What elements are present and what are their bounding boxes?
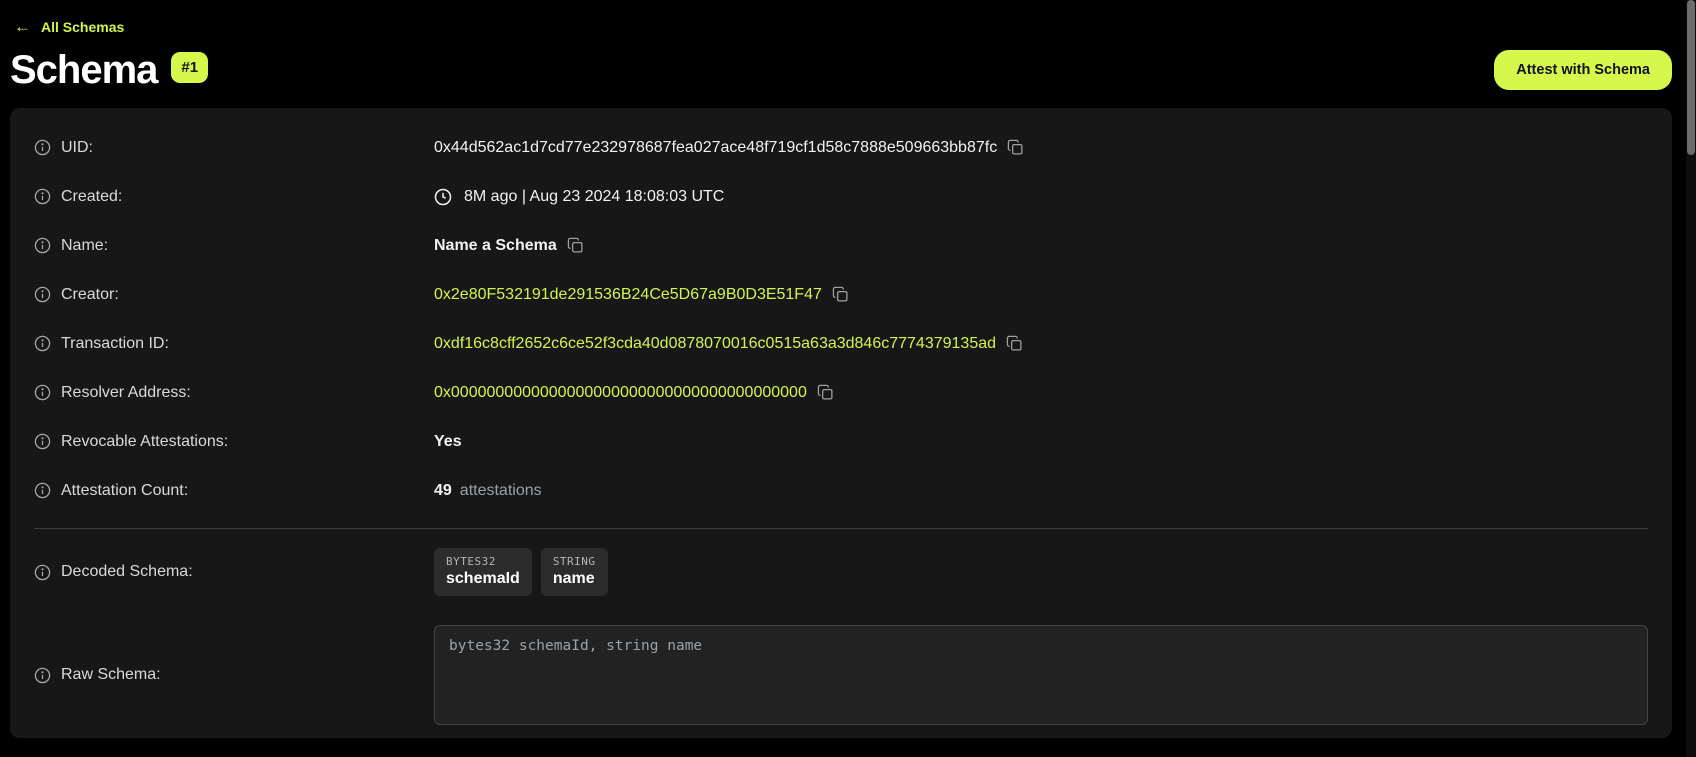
attestation-count-label: Attestation Count: (61, 482, 188, 500)
created-value: 8M ago | Aug 23 2024 18:08:03 UTC (464, 188, 724, 206)
name-value: Name a Schema (434, 237, 557, 255)
info-icon (34, 482, 51, 499)
transaction-id-link[interactable]: 0xdf16c8cff2652c6ce52f3cda40d0878070016c… (434, 335, 996, 353)
scrollbar[interactable] (1686, 0, 1696, 757)
row-raw-schema: Raw Schema: bytes32 schemaId, string nam… (34, 625, 1648, 725)
info-icon (34, 286, 51, 303)
schema-detail-page: ← All Schemas Schema #1 Attest with Sche… (0, 0, 1696, 757)
copy-icon[interactable] (817, 384, 834, 401)
schema-details-card: UID: 0x44d562ac1d7cd77e232978687fea027ac… (10, 108, 1672, 738)
info-icon (34, 188, 51, 205)
revocable-value: Yes (434, 433, 462, 451)
page-title: Schema (10, 50, 157, 90)
revocable-attestations-label: Revocable Attestations: (61, 433, 228, 451)
field-type: STRING (553, 555, 596, 568)
back-link-label: All Schemas (41, 19, 124, 35)
attestations-link[interactable]: attestations (460, 482, 542, 500)
field-name: schemaId (446, 570, 520, 588)
creator-label: Creator: (61, 286, 119, 304)
decoded-schema-label: Decoded Schema: (61, 563, 193, 581)
resolver-address-link[interactable]: 0x00000000000000000000000000000000000000… (434, 384, 807, 402)
schema-field-chip: BYTES32 schemaId (434, 548, 532, 596)
uid-label: UID: (61, 139, 93, 157)
resolver-address-label: Resolver Address: (61, 384, 191, 402)
decoded-schema-fields: BYTES32 schemaId STRING name (434, 548, 608, 596)
copy-icon[interactable] (1007, 139, 1024, 156)
row-revocable-attestations: Revocable Attestations: Yes (34, 417, 1648, 466)
info-icon (34, 384, 51, 401)
row-uid: UID: 0x44d562ac1d7cd77e232978687fea027ac… (34, 123, 1648, 172)
info-icon (34, 335, 51, 352)
clock-icon (434, 188, 452, 206)
info-icon (34, 433, 51, 450)
transaction-id-label: Transaction ID: (61, 335, 169, 353)
back-link-all-schemas[interactable]: ← All Schemas (14, 18, 124, 35)
field-name: name (553, 570, 596, 588)
row-creator: Creator: 0x2e80F532191de291536B24Ce5D67a… (34, 270, 1648, 319)
copy-icon[interactable] (567, 237, 584, 254)
row-transaction-id: Transaction ID: 0xdf16c8cff2652c6ce52f3c… (34, 319, 1648, 368)
back-arrow-icon: ← (14, 18, 31, 35)
raw-schema-textarea[interactable]: bytes32 schemaId, string name (434, 625, 1648, 725)
copy-icon[interactable] (832, 286, 849, 303)
created-label: Created: (61, 188, 122, 206)
info-icon (34, 139, 51, 156)
row-created: Created: 8M ago | Aug 23 2024 18:08:03 U… (34, 172, 1648, 221)
attest-with-schema-button[interactable]: Attest with Schema (1494, 50, 1672, 90)
schema-field-chip: STRING name (541, 548, 608, 596)
row-decoded-schema: Decoded Schema: BYTES32 schemaId STRING … (34, 529, 1648, 615)
info-icon (34, 237, 51, 254)
copy-icon[interactable] (1006, 335, 1023, 352)
title-row: Schema #1 Attest with Schema (10, 41, 1696, 99)
field-type: BYTES32 (446, 555, 520, 568)
uid-value: 0x44d562ac1d7cd77e232978687fea027ace48f7… (434, 139, 997, 157)
schema-number-badge: #1 (171, 52, 208, 83)
row-resolver-address: Resolver Address: 0x00000000000000000000… (34, 368, 1648, 417)
name-label: Name: (61, 237, 108, 255)
info-icon (34, 667, 51, 684)
row-name: Name: Name a Schema (34, 221, 1648, 270)
attestation-count-value: 49 (434, 482, 452, 500)
row-attestation-count: Attestation Count: 49 attestations (34, 466, 1648, 515)
raw-schema-label: Raw Schema: (61, 666, 161, 684)
scrollbar-thumb[interactable] (1687, 0, 1695, 155)
info-icon (34, 564, 51, 581)
creator-address-link[interactable]: 0x2e80F532191de291536B24Ce5D67a9B0D3E51F… (434, 286, 822, 304)
